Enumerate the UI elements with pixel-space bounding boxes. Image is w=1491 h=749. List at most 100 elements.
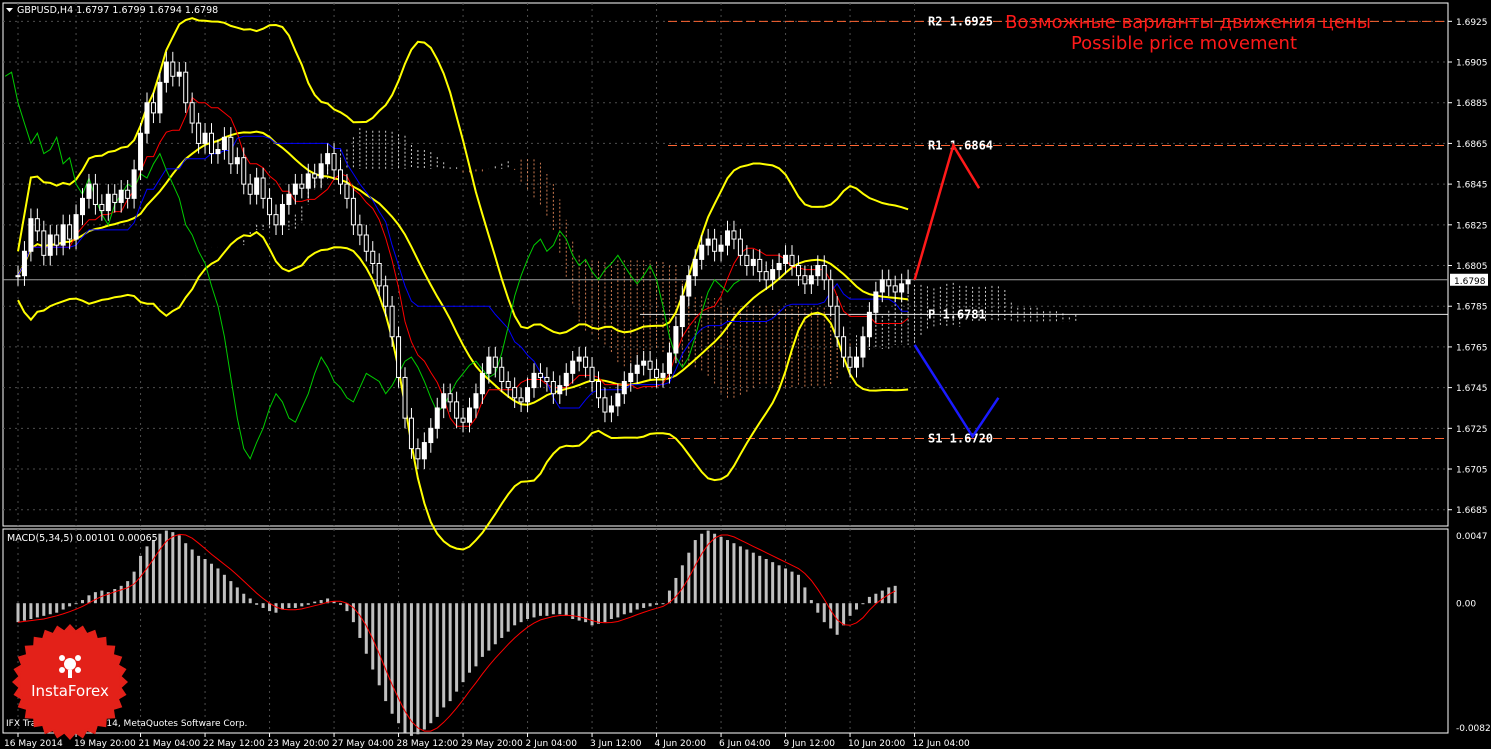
macd-histogram-bar: [448, 603, 452, 702]
annotation-title-en: Possible price movement: [1071, 33, 1297, 54]
candle-body: [544, 376, 550, 383]
y-tick-label: 1.6885: [1456, 99, 1488, 109]
candle-body: [718, 244, 724, 252]
candle-body: [21, 250, 27, 277]
macd-histogram-bar: [177, 535, 181, 604]
candle-body: [228, 136, 234, 165]
macd-histogram-bar: [139, 555, 143, 604]
macd-histogram-bar: [55, 603, 59, 613]
macd-histogram-bar: [81, 600, 84, 604]
macd-histogram-bar: [803, 587, 807, 604]
macd-histogram-bar: [248, 598, 252, 604]
candle-body: [28, 218, 34, 252]
macd-histogram-bar: [384, 603, 388, 702]
candle-body: [834, 305, 840, 338]
main-chart-frame: [2, 2, 1449, 527]
macd-histogram-bar: [16, 603, 20, 623]
macd-histogram-bar: [197, 555, 201, 604]
macd-indicator: [16, 530, 897, 736]
candle-body: [892, 285, 898, 293]
macd-histogram-bar: [855, 603, 858, 610]
candle-body: [731, 230, 737, 240]
candle-body: [170, 61, 176, 77]
candle-body: [673, 326, 679, 354]
macd-histogram-bar: [351, 603, 355, 623]
macd-histogram-bar: [203, 559, 207, 604]
candle-body: [750, 258, 756, 267]
macd-histogram-bar: [700, 533, 704, 604]
macd-histogram-bar: [145, 546, 149, 604]
candle-body: [105, 193, 111, 212]
current-price-label: 1.6798: [1454, 277, 1486, 287]
macd-histogram-bar: [584, 603, 588, 623]
candle-body: [737, 238, 743, 256]
macd-histogram-bar: [603, 603, 607, 623]
candle-body: [821, 265, 827, 281]
candle-body: [421, 442, 427, 460]
macd-histogram-bar: [732, 543, 736, 604]
macd-histogram-bar: [674, 577, 678, 604]
macd-histogram-bar: [74, 603, 78, 605]
macd-histogram-bar: [751, 552, 755, 604]
macd-header: MACD(5,34,5) 0.00101 0.00065: [7, 533, 158, 544]
candle-body: [202, 132, 208, 144]
candle-body: [157, 81, 163, 114]
macd-histogram-bar: [790, 571, 794, 604]
macd-histogram-bar: [158, 533, 162, 604]
candle-body: [866, 311, 872, 338]
x-tick-label: 23 May 20:00: [268, 739, 330, 749]
candle-body: [312, 173, 318, 179]
macd-histogram-bar: [261, 603, 265, 608]
candle-body: [389, 305, 395, 338]
candle-body: [725, 230, 730, 246]
candle-body: [254, 177, 260, 195]
macd-histogram-bar: [416, 603, 420, 735]
candle-body: [325, 153, 331, 165]
macd-histogram-bar: [867, 596, 871, 604]
macd-histogram-bar: [429, 603, 433, 724]
y-tick-label: 1.6805: [1456, 262, 1488, 272]
macd-histogram-bar: [293, 603, 297, 608]
macd-histogram-bar: [171, 532, 175, 604]
x-tick-label: 19 May 20:00: [74, 739, 136, 749]
candle-body: [267, 197, 273, 216]
macd-histogram-bar: [532, 603, 536, 618]
macd-histogram-bar: [461, 603, 465, 683]
chart-canvas[interactable]: R2 1.6925 R1 1.6864 P 1.6781 S1 1.6720 1.69…: [0, 0, 1491, 749]
candle-body: [654, 368, 660, 378]
y-tick-label: 1.6845: [1456, 181, 1488, 191]
candle-body: [589, 366, 595, 383]
candle-body: [318, 163, 324, 179]
candle-body: [886, 279, 892, 287]
candle-body: [647, 360, 653, 370]
macd-histogram-bar: [726, 540, 729, 604]
macd-histogram-bar: [771, 562, 775, 604]
macd-histogram-bar: [390, 603, 394, 714]
candle-body: [467, 407, 472, 423]
macd-histogram-bar: [339, 603, 342, 605]
candle-body: [596, 381, 601, 399]
macd-histogram-bar: [358, 603, 362, 638]
x-tick-label: 6 Jun 04:00: [719, 739, 771, 749]
macd-y-tick-label: 0.0047: [1456, 532, 1488, 542]
candle-body: [628, 372, 634, 383]
candle-body: [138, 132, 144, 171]
candle-body: [744, 254, 750, 267]
macd-histogram-bar: [242, 593, 246, 604]
macd-histogram-bar: [190, 549, 194, 604]
candle-body: [615, 393, 621, 407]
macd-histogram-bar: [377, 603, 381, 686]
macd-histogram-bar: [558, 603, 562, 615]
candle-body: [447, 393, 453, 403]
candle-body: [383, 285, 389, 307]
candle-body: [189, 102, 195, 124]
menu-triangle-icon[interactable]: [6, 8, 13, 12]
scenario-down-line: [913, 344, 1000, 439]
x-tick-label: 9 Jun 12:00: [784, 739, 836, 749]
x-tick-label: 4 Jun 20:00: [655, 739, 707, 749]
candle-body: [660, 372, 666, 378]
scenario-up-line: [913, 142, 981, 281]
x-tick-label: 10 Jun 20:00: [848, 739, 905, 749]
symbol-header: GBPUSD,H4 1.6797 1.6799 1.6794 1.6798: [17, 5, 218, 16]
macd-histogram-bar: [622, 603, 626, 615]
